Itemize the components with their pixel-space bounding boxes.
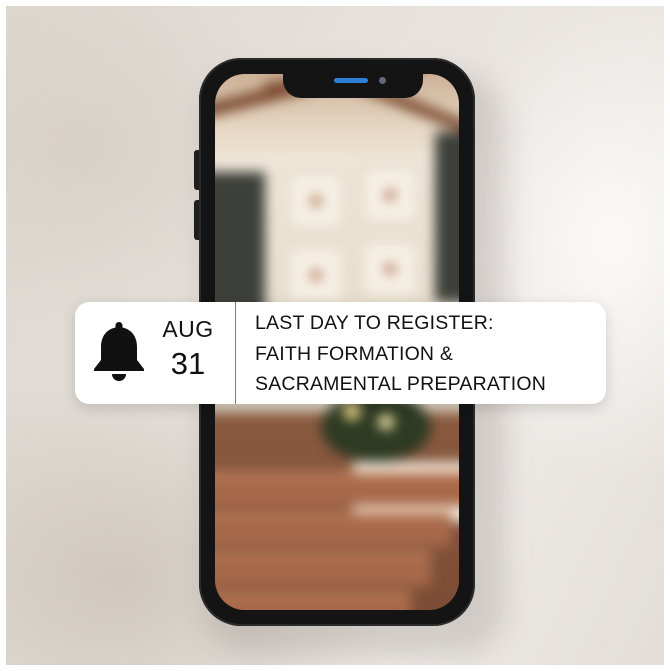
date-day: 31	[170, 346, 206, 381]
divider	[235, 302, 236, 404]
front-camera	[379, 77, 386, 84]
notification-line-2: FAITH FORMATION &	[255, 343, 454, 365]
speaker-grille	[334, 78, 368, 83]
notification-line-1: LAST DAY TO REGISTER:	[255, 312, 494, 334]
phone-notch	[283, 74, 423, 98]
notification-line-3: SACRAMENTAL PREPARATION	[255, 373, 547, 395]
date-month: AUG	[162, 316, 214, 342]
bell-icon	[94, 322, 144, 381]
event-notification-banner[interactable]: AUG 31 LAST DAY TO REGISTER: FAITH FORMA…	[75, 302, 606, 404]
